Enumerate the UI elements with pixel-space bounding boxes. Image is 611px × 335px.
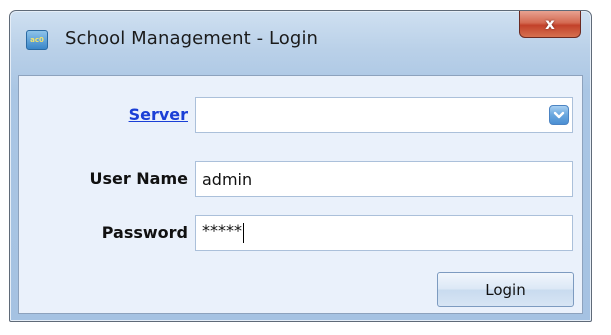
login-form: Server User Name admin Password ***** Lo… — [18, 75, 583, 314]
username-input[interactable]: admin — [195, 161, 573, 197]
text-cursor — [243, 223, 244, 243]
login-window: ac0 School Management - Login x Server U… — [9, 10, 592, 322]
server-dropdown-button[interactable] — [549, 105, 569, 125]
login-button-label: Login — [485, 280, 526, 299]
chevron-down-icon — [553, 111, 565, 118]
app-icon: ac0 — [26, 30, 48, 50]
title-bar[interactable]: ac0 School Management - Login x — [10, 11, 591, 73]
server-select[interactable] — [195, 97, 573, 133]
app-icon-text: ac0 — [30, 36, 44, 44]
window-title: School Management - Login — [65, 28, 319, 49]
server-link[interactable]: Server — [129, 105, 188, 124]
password-input[interactable]: ***** — [195, 215, 573, 251]
password-label: Password — [101, 223, 188, 242]
username-value: admin — [202, 169, 253, 189]
close-button[interactable]: x — [519, 11, 581, 38]
login-button[interactable]: Login — [437, 272, 574, 307]
username-label: User Name — [89, 169, 188, 188]
close-icon: x — [545, 15, 555, 33]
password-value: ***** — [202, 220, 242, 240]
